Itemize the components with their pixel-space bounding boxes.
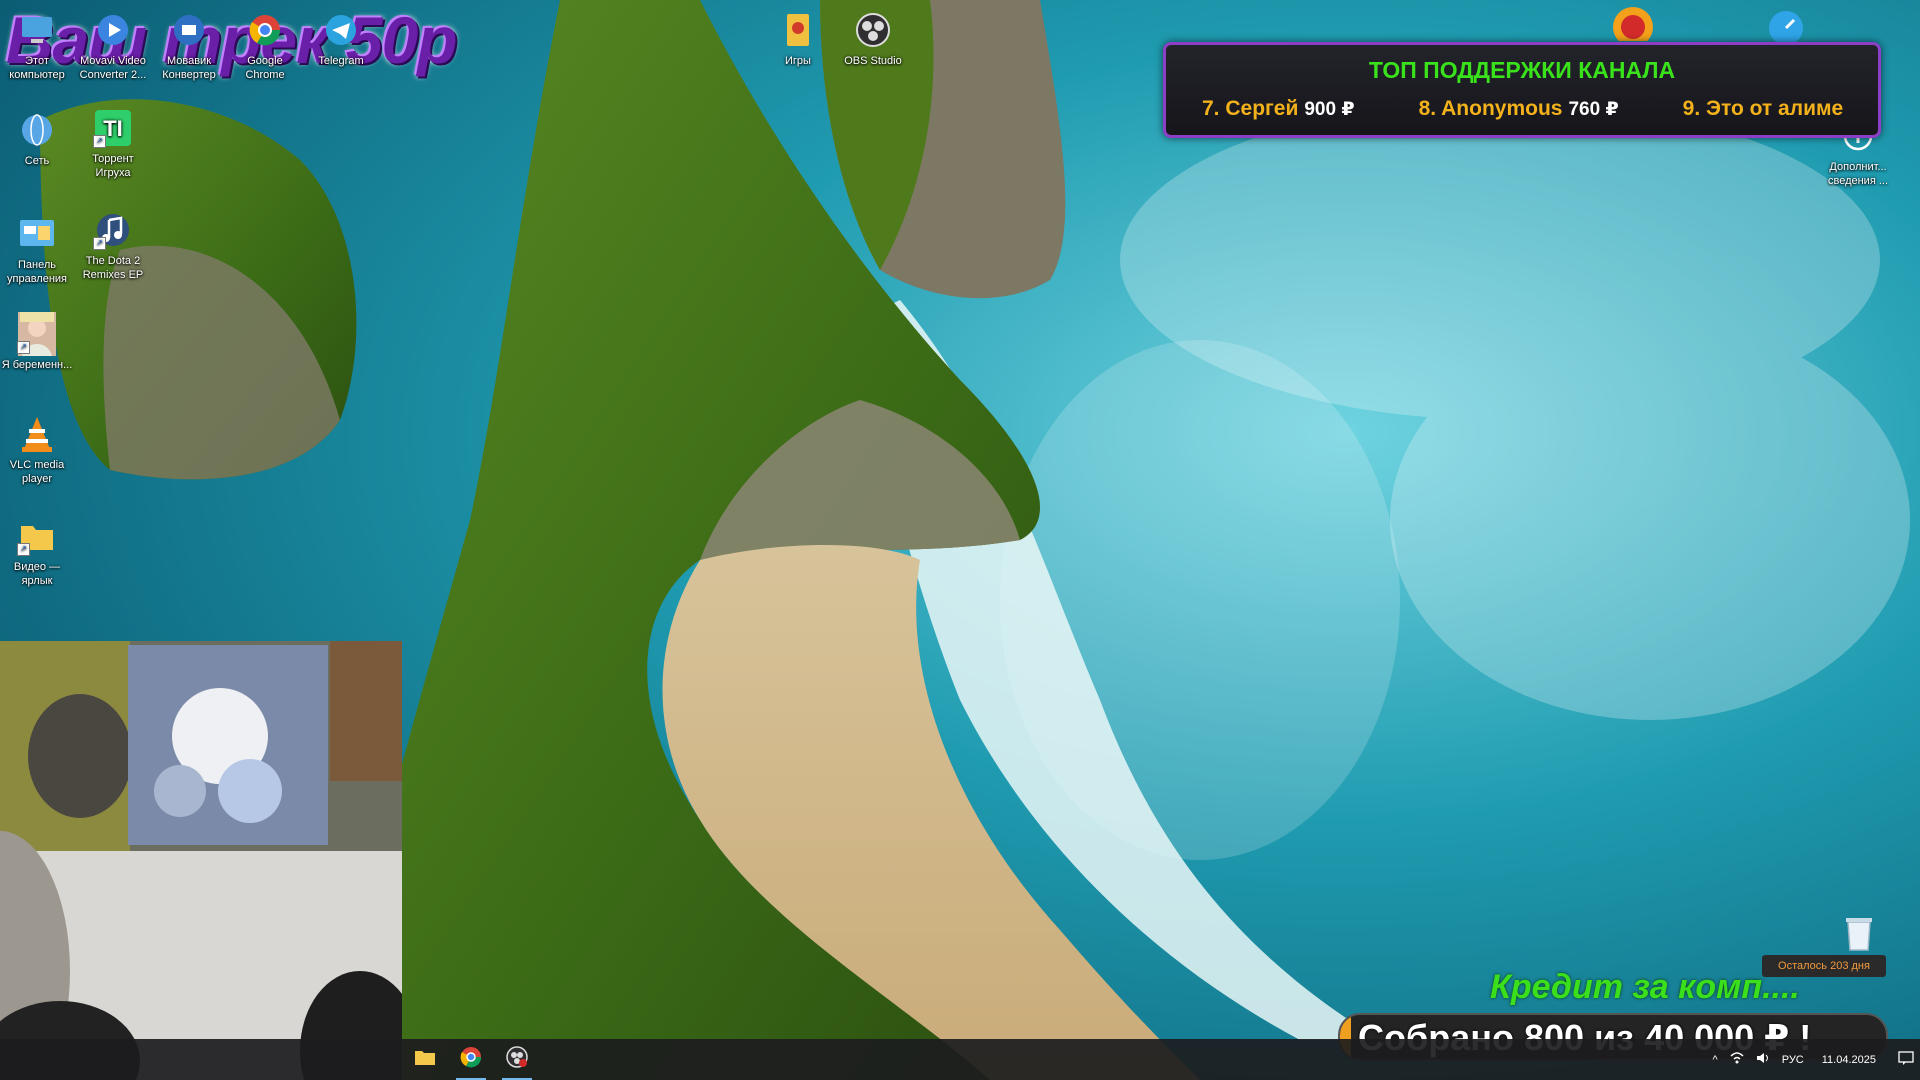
supporters-list: 7. Сергей 900 ₽ 8. Anonymous 760 ₽ 9. Это … — [1202, 97, 1868, 121]
chrome-icon — [245, 10, 285, 50]
vlc-icon — [17, 414, 57, 454]
supporter-entry: 9. Это от алиме — [1683, 97, 1850, 121]
wifi-icon[interactable] — [1730, 1052, 1744, 1067]
system-tray: ^ РУС 11.04.2025 — [1707, 1039, 1920, 1080]
music-icon: ↗ — [93, 210, 133, 250]
desktop-icon-telegram[interactable]: Telegram — [303, 10, 379, 68]
desktop-icon-vlc[interactable]: VLC media player — [0, 414, 75, 486]
telegram-icon — [321, 10, 361, 50]
taskbar: ^ РУС 11.04.2025 — [0, 1039, 1920, 1080]
desktop-icon-label: Сеть — [24, 155, 50, 167]
supporter-entry: 8. Anonymous 760 ₽ — [1419, 97, 1619, 121]
supporter-name: 9. Это от алиме — [1682, 97, 1844, 120]
desktop-icon-dota-remixes[interactable]: ↗ The Dota 2 Remixes EP — [75, 210, 151, 282]
taskbar-file-explorer[interactable] — [402, 1039, 448, 1080]
chrome-icon — [460, 1046, 482, 1073]
desktop-icon-label: Telegram — [318, 55, 364, 67]
clock[interactable]: 11.04.2025 — [1816, 1053, 1882, 1067]
control-panel-icon — [17, 214, 57, 254]
supporter-amount: 900 ₽ — [1304, 99, 1355, 120]
speaker-icon[interactable] — [1756, 1052, 1770, 1067]
support-top-panel: ТОП ПОДДЕРЖКИ КАНАЛА 7. Сергей 900 ₽ 8. A… — [1163, 42, 1881, 138]
desktop-icon-label: The Dota 2 Remixes EP — [82, 255, 144, 281]
language-indicator[interactable]: РУС — [1782, 1054, 1804, 1066]
desktop-icon-label: Google Chrome — [245, 55, 285, 81]
svg-text:TI: TI — [103, 116, 123, 141]
desktop-icon-label: Дополнит... сведения ... — [1827, 161, 1889, 187]
supporter-entry: 7. Сергей 900 ₽ — [1202, 97, 1355, 121]
games-folder-icon — [778, 10, 818, 50]
image-shortcut-icon: ↗ — [17, 312, 57, 356]
desktop-icon-label: Видео — ярлык — [13, 561, 61, 587]
obs-icon — [853, 10, 893, 50]
recycle-bin-icon[interactable] — [1842, 914, 1876, 957]
desktop-icon-label: OBS Studio — [844, 55, 902, 67]
goal-title: Кредит за комп.... — [1490, 968, 1800, 1006]
desktop-icon-label: Этот компьютер — [9, 55, 65, 81]
movavi-icon — [93, 10, 133, 50]
desktop-icon-video-shortcut[interactable]: ↗ Видео — ярлык — [0, 516, 75, 588]
folder-icon: ↗ — [17, 516, 57, 556]
desktop-icon-label: VLC media player — [9, 459, 65, 485]
desktop-icon-control-panel[interactable]: Панель управления — [0, 214, 75, 286]
desktop-icon-label: Игры — [785, 55, 811, 67]
desktop-icon-movavi-video-converter[interactable]: Movavi Video Converter 2... — [75, 10, 151, 82]
desktop-icon-label: Movavi Video Converter 2... — [79, 55, 147, 81]
notification-icon[interactable] — [1898, 1051, 1914, 1068]
music-app-icon[interactable] — [1611, 5, 1655, 47]
webcam-feed — [0, 641, 402, 1080]
folder-icon — [414, 1048, 436, 1071]
taskbar-chrome[interactable] — [448, 1039, 494, 1080]
network-icon — [17, 110, 57, 150]
desktop-icon-games-folder[interactable]: Игры — [760, 10, 836, 68]
desktop-icon-image-shortcut[interactable]: ↗ Я беременн... — [0, 312, 75, 372]
desktop-icon-label: Торрент Игруха — [92, 153, 134, 179]
desktop-icon-network[interactable]: Сеть — [0, 110, 75, 168]
desktop-icon-label: Я беременн... — [1, 359, 73, 371]
desktop-icon-torrent-igruha[interactable]: TI ↗ Торрент Игруха — [75, 108, 151, 180]
desktop-icon-label: Мовавик Конвертер — [162, 55, 216, 81]
desktop-icon-obs-studio[interactable]: OBS Studio — [835, 10, 911, 68]
supporter-amount: 760 ₽ — [1568, 99, 1619, 120]
supporter-name: 8. Anonymous — [1418, 97, 1563, 120]
movavi-converter-icon — [169, 10, 209, 50]
desktop-icon-label: Панель управления — [7, 259, 67, 285]
desktop-icon-movavi-converter[interactable]: Мовавик Конвертер — [151, 10, 227, 82]
obs-icon — [506, 1046, 528, 1073]
desktop-icon-google-chrome[interactable]: Google Chrome — [227, 10, 303, 82]
desktop-icon-this-pc[interactable]: Этот компьютер — [0, 10, 75, 82]
taskbar-obs[interactable] — [494, 1039, 540, 1080]
clock-date: 11.04.2025 — [1821, 1053, 1876, 1066]
torrent-igruha-icon: TI ↗ — [93, 108, 133, 148]
supporter-name: 7. Сергей — [1202, 97, 1299, 120]
support-panel-title: ТОП ПОДДЕРЖКИ КАНАЛА — [1368, 57, 1676, 83]
computer-icon — [17, 10, 57, 50]
chevron-up-icon[interactable]: ^ — [1713, 1054, 1718, 1066]
